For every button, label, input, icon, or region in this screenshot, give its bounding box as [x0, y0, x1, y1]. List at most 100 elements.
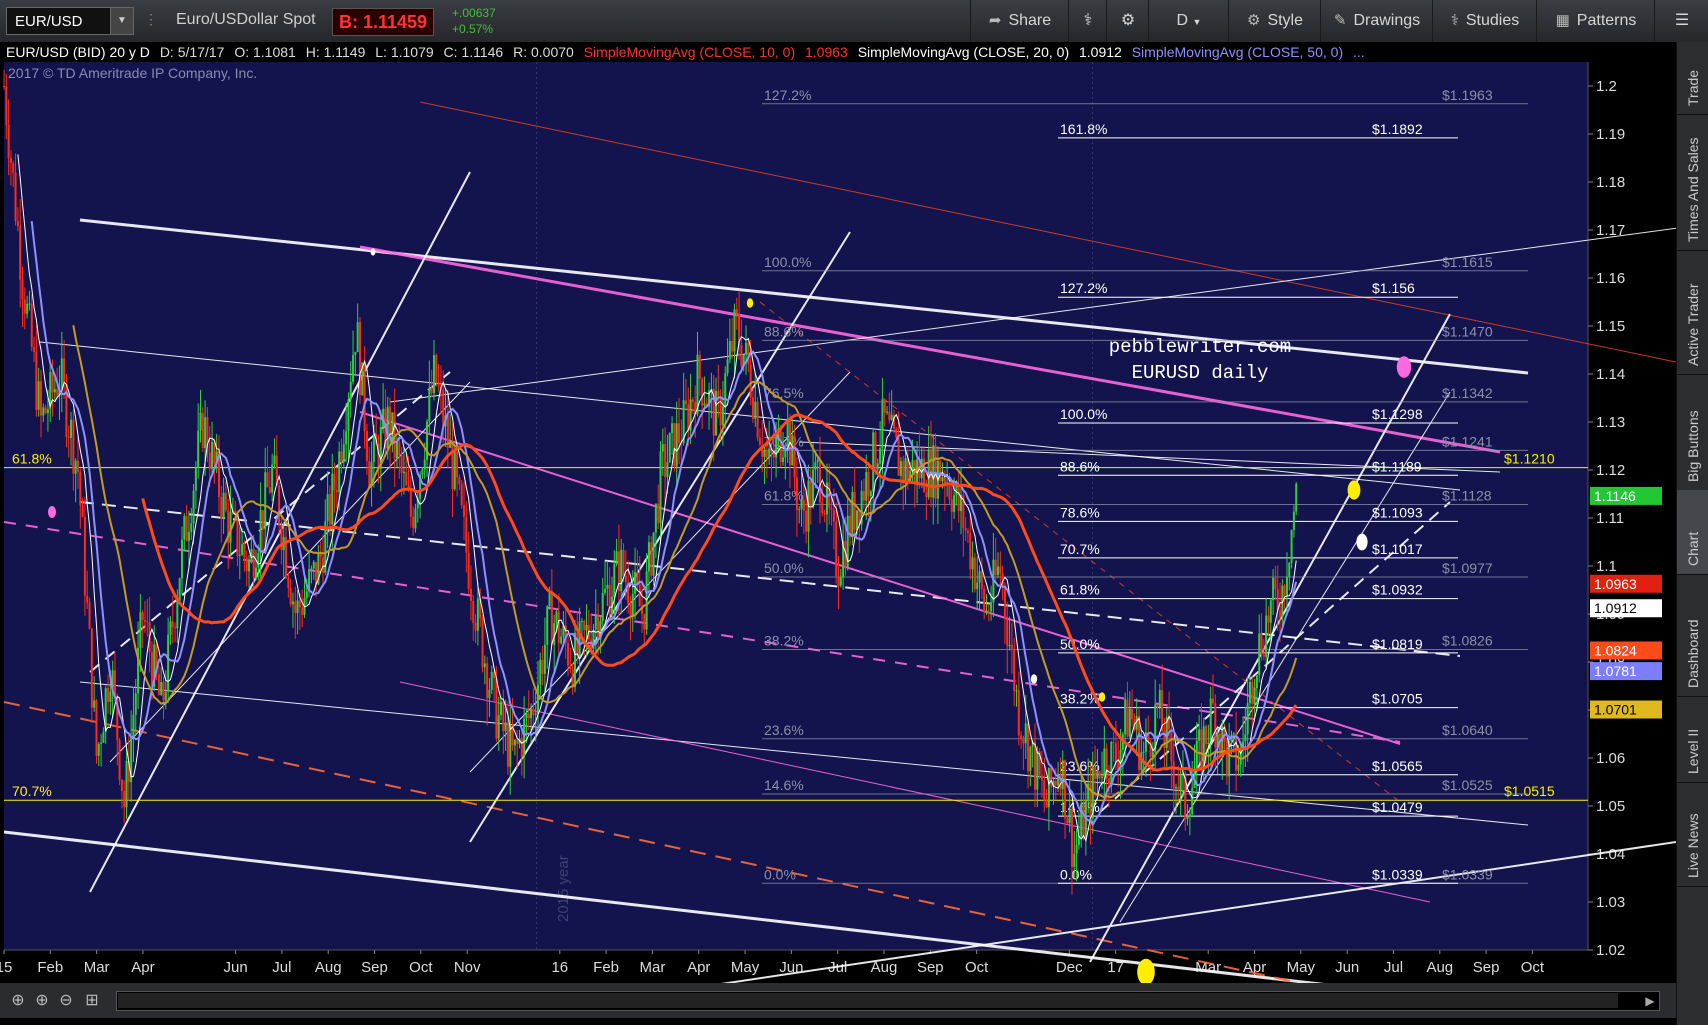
x-tick-label: Sep	[1473, 959, 1500, 976]
candle-body	[409, 488, 412, 517]
interval-button[interactable]: D ▼	[1148, 0, 1229, 42]
candle-body	[261, 510, 264, 530]
candle-body	[1200, 729, 1203, 772]
share-button[interactable]: ➦ Share	[970, 0, 1069, 42]
candle-body	[120, 779, 123, 792]
candle-body	[869, 491, 872, 497]
candle-body	[749, 364, 752, 398]
candle-body	[904, 458, 907, 484]
tab-dashboard[interactable]: Dashboard	[1677, 574, 1708, 697]
candle-body	[583, 621, 586, 631]
zoom-out-icon[interactable]: ⊖	[56, 990, 76, 1010]
candle-body	[643, 613, 646, 630]
fib-right-price: $1.1189	[1372, 458, 1422, 474]
chevron-down-icon[interactable]: ▼	[110, 8, 133, 34]
fib-right-pct: 88.6%	[1060, 458, 1100, 474]
candle-body	[631, 593, 634, 616]
y-tick-label: 1.15	[1596, 318, 1625, 335]
candle-body	[72, 419, 75, 474]
candle-body	[423, 459, 426, 470]
candle-body	[347, 399, 350, 432]
candle-body	[874, 432, 877, 470]
watermark-line-2: EURUSD daily	[1132, 362, 1269, 384]
symbol-selector[interactable]: EUR/USD ▼	[6, 7, 134, 35]
candle-body	[185, 516, 188, 541]
candle-body	[673, 423, 676, 467]
tab-times-and-sales[interactable]: Times And Sales	[1677, 114, 1708, 251]
time-scrollbar[interactable]: ◀ ▶	[116, 991, 1660, 1011]
candle-body	[395, 442, 398, 459]
candle-body	[1253, 688, 1256, 705]
flask-button[interactable]: ⚕	[1068, 0, 1107, 42]
price-chart[interactable]: 1.021.031.041.051.061.071.081.091.11.111…	[0, 42, 1701, 1010]
marker-dot	[1098, 692, 1106, 702]
candle-body	[257, 553, 260, 568]
candle-body	[795, 477, 798, 510]
candle-body	[1017, 690, 1020, 736]
candle-body	[187, 531, 190, 541]
sma10-label[interactable]: SimpleMovingAvg (CLOSE, 10, 0)	[584, 44, 795, 60]
candle-body	[95, 700, 98, 756]
candle-body	[1013, 648, 1016, 691]
tab-big-buttons[interactable]: Big Buttons	[1677, 374, 1708, 491]
share-icon: ➦	[988, 12, 1002, 29]
candle-body	[782, 457, 785, 463]
candle-body	[33, 346, 36, 352]
candle-body	[1188, 814, 1191, 817]
x-tick-label: Oct	[965, 959, 989, 976]
candle-body	[666, 462, 669, 478]
zoom-fit-icon[interactable]: ⊞	[82, 990, 102, 1010]
candle-body	[555, 611, 558, 624]
candle-body	[814, 462, 817, 470]
candle-body	[9, 158, 12, 164]
settings-button[interactable]: ⚙	[1106, 0, 1149, 42]
scroll-thumb[interactable]	[118, 993, 1618, 1008]
style-button[interactable]: ⚙ Style	[1228, 0, 1321, 42]
candle-body	[354, 351, 357, 355]
candle-body	[456, 451, 459, 478]
fib-left-price: $1.1470	[1442, 323, 1493, 339]
studies-button[interactable]: ⚕ Studies	[1432, 0, 1537, 42]
tab-level-ii[interactable]: Level II	[1677, 696, 1708, 783]
candle-body	[999, 566, 1002, 574]
drawings-button[interactable]: ✎ Drawings	[1320, 0, 1433, 42]
candle-body	[70, 419, 73, 438]
candle-body	[523, 718, 526, 758]
chart-area[interactable]: 1.021.031.041.051.061.071.081.091.11.111…	[0, 42, 1701, 1010]
y-tick-label: 1.14	[1596, 366, 1625, 383]
candle-body	[254, 567, 257, 578]
status-more[interactable]: ...	[1353, 44, 1365, 60]
bid-price: B: 1.11459	[332, 8, 435, 36]
tab-trade[interactable]: Trade	[1677, 42, 1708, 115]
scroll-right-icon[interactable]: ▶	[1641, 992, 1659, 1010]
candle-body	[368, 461, 371, 487]
candle-body	[925, 492, 928, 498]
candle-body	[601, 592, 604, 622]
status-date: D: 5/17/17	[159, 44, 225, 60]
sma10-value: 1.0963	[805, 44, 848, 60]
candle-body	[298, 600, 301, 608]
tab-live-news[interactable]: Live News	[1677, 782, 1708, 887]
sma50-label[interactable]: SimpleMovingAvg (CLOSE, 50, 0)	[1132, 44, 1343, 60]
menu-button[interactable]: ☰	[1654, 0, 1708, 42]
candle-body	[1214, 703, 1217, 748]
price-marker-label: 1.0701	[1594, 702, 1637, 718]
candle-body	[541, 659, 544, 674]
candle-body	[765, 450, 768, 458]
candle-body	[1047, 768, 1050, 808]
studies-label: Studies	[1465, 12, 1520, 29]
candle-body	[751, 397, 754, 419]
candle-body	[532, 708, 535, 715]
candle-body	[675, 423, 678, 467]
candle-body	[1006, 618, 1009, 647]
candle-body	[668, 433, 671, 463]
sma20-label[interactable]: SimpleMovingAvg (CLOSE, 20, 0)	[858, 44, 1069, 60]
x-tick-label: May	[1287, 959, 1316, 976]
candle-body	[204, 417, 207, 449]
patterns-button[interactable]: ▦ Patterns	[1536, 0, 1655, 42]
candle-body	[109, 691, 112, 702]
zoom-in-icon[interactable]: ⊕	[8, 990, 28, 1010]
tab-chart[interactable]: Chart	[1677, 490, 1708, 575]
tab-active-trader[interactable]: Active Trader	[1677, 250, 1708, 375]
zoom-area-icon[interactable]: ⊕	[32, 990, 52, 1010]
